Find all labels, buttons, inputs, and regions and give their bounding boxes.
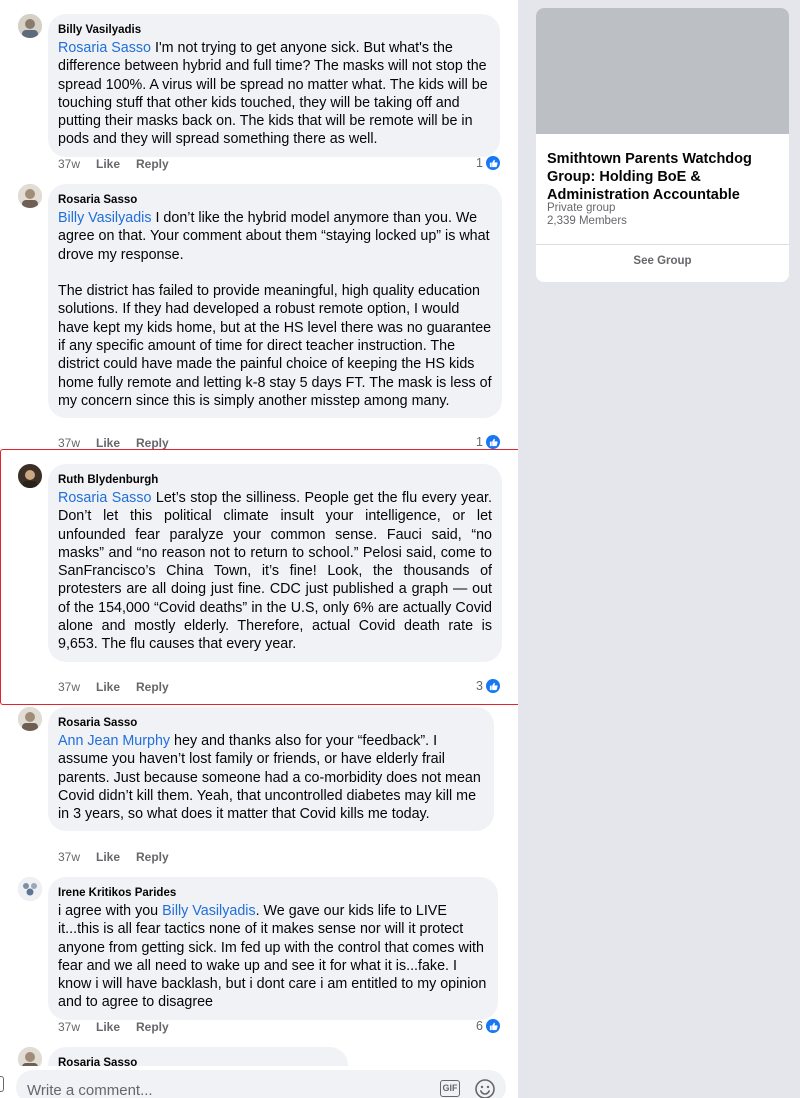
like-button[interactable]: Like [96,157,120,171]
comment-body: . We gave our kids life to LIVE it...thi… [58,903,487,1011]
mention-link[interactable]: Rosaria Sasso [58,40,151,56]
comment-input-placeholder: Write a comment... [27,1082,153,1098]
comment-bubble: Rosaria Sasso Billy Vasilyadis I don’t l… [48,184,502,419]
group-members: 2,339 Members [547,215,627,227]
mention-link[interactable]: Ann Jean Murphy [58,733,170,749]
comment-bubble: Billy Vasilyadis Rosaria Sasso I'm not t… [48,14,500,157]
comment-text: i agree with you Billy Vasilyadis. We ga… [58,902,488,1012]
reply-button[interactable]: Reply [136,157,169,171]
comment-time[interactable]: 37w [58,436,80,450]
comment-composer: Write a comment... GIF [0,1066,518,1098]
comment-body-paragraph: The district has failed to provide meani… [58,283,492,409]
group-privacy: Private group [547,202,616,214]
avatar[interactable] [18,14,42,38]
thumbs-up-icon [486,1019,500,1033]
comment-input[interactable]: Write a comment... GIF [16,1070,506,1098]
comment-text: Ann Jean Murphy hey and thanks also for … [58,732,484,823]
comment-text: Rosaria Sasso I'm not trying to get anyo… [58,39,490,149]
like-button[interactable]: Like [96,1020,120,1034]
group-card: Smithtown Parents Watchdog Group: Holdin… [536,8,789,282]
like-button[interactable]: Like [96,436,120,450]
group-cover-image[interactable] [536,8,789,134]
comment: Billy Vasilyadis Rosaria Sasso I'm not t… [18,14,508,184]
comment: Rosaria Sasso Ann Jean Murphy hey and th… [18,707,508,877]
see-group-button[interactable]: See Group [536,255,789,267]
comment: Irene Kritikos Parides i agree with you … [18,877,508,1047]
comment-author[interactable]: Rosaria Sasso [58,715,484,731]
comment-body-prefix: i agree with you [58,903,163,919]
comment-bubble: Irene Kritikos Parides i agree with you … [48,877,498,1020]
like-button[interactable]: Like [96,850,120,864]
reaction-count[interactable]: 6 [476,1019,500,1033]
reply-button[interactable]: Reply [136,1020,169,1034]
comment-author[interactable]: Rosaria Sasso [58,192,492,208]
reaction-number: 1 [476,156,483,170]
comment-time[interactable]: 37w [58,850,80,864]
reaction-number: 6 [476,1019,483,1033]
highlight-box [0,449,537,705]
comment-body: I'm not trying to get anyone sick. But w… [58,40,488,148]
comment-text: Billy Vasilyadis I don’t like the hybrid… [58,209,492,410]
group-name[interactable]: Smithtown Parents Watchdog Group: Holdin… [547,150,779,204]
mention-link[interactable]: Billy Vasilyadis [58,210,152,226]
reaction-count[interactable]: 1 [476,435,500,449]
comment: Rosaria Sasso Billy Vasilyadis I don’t l… [18,184,508,454]
gif-icon[interactable]: GIF [440,1080,460,1097]
reply-button[interactable]: Reply [136,436,169,450]
comment-time[interactable]: 37w [58,157,80,171]
comment-bubble: Rosaria Sasso Ann Jean Murphy hey and th… [48,707,494,832]
avatar[interactable] [18,877,42,901]
divider [536,244,789,245]
mention-link[interactable]: Billy Vasilyadis [162,903,256,919]
comment-author[interactable]: Billy Vasilyadis [58,22,490,38]
thumbs-up-icon [486,435,500,449]
comment-time[interactable]: 37w [58,1020,80,1034]
avatar[interactable] [18,184,42,208]
emoji-icon[interactable] [474,1078,496,1098]
reaction-count[interactable]: 1 [476,156,500,170]
camera-icon[interactable] [0,1076,4,1092]
reaction-number: 1 [476,435,483,449]
comment-author[interactable]: Irene Kritikos Parides [58,885,488,901]
reply-button[interactable]: Reply [136,850,169,864]
thumbs-up-icon [486,156,500,170]
avatar[interactable] [18,707,42,731]
